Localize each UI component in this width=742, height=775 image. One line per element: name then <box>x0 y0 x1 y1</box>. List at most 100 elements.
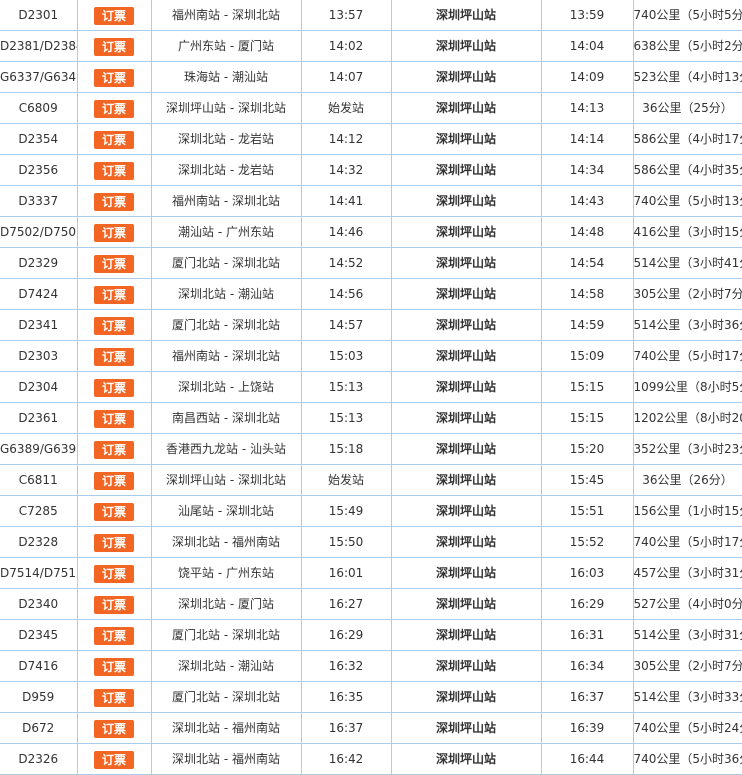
current-station: 深圳坪山站 <box>391 526 542 558</box>
arrival-time: 14:41 <box>301 185 392 217</box>
arrival-time: 15:13 <box>301 402 392 434</box>
table-row: G6389/G6392 订票 香港西九龙站 - 汕头站 15:18 深圳坪山站 15:20… <box>0 433 742 465</box>
distance-duration: 740公里（5小时5分） <box>633 0 742 31</box>
book-ticket-button[interactable]: 订票 <box>94 440 134 459</box>
book-ticket-button[interactable]: 订票 <box>94 750 134 769</box>
departure-time: 15:51 <box>541 495 634 527</box>
departure-time: 14:09 <box>541 61 634 93</box>
book-cell: 订票 <box>77 0 152 31</box>
book-ticket-button[interactable]: 订票 <box>94 130 134 149</box>
departure-time: 14:58 <box>541 278 634 310</box>
book-ticket-button[interactable]: 订票 <box>94 657 134 676</box>
train-number: D7502/D7503 <box>0 216 78 248</box>
book-ticket-button[interactable]: 订票 <box>94 99 134 118</box>
table-row: D2301 订票 福州南站 - 深圳北站 13:57 深圳坪山站 13:59 740公里（5… <box>0 0 742 31</box>
train-number: C6811 <box>0 464 78 496</box>
book-ticket-button[interactable]: 订票 <box>94 688 134 707</box>
table-row: D7424 订票 深圳北站 - 潮汕站 14:56 深圳坪山站 14:58 305公里（2小… <box>0 278 742 310</box>
book-ticket-button[interactable]: 订票 <box>94 471 134 490</box>
book-ticket-button[interactable]: 订票 <box>94 595 134 614</box>
book-ticket-button[interactable]: 订票 <box>94 68 134 87</box>
book-ticket-button[interactable]: 订票 <box>94 254 134 273</box>
current-station: 深圳坪山站 <box>391 0 542 31</box>
book-ticket-button[interactable]: 订票 <box>94 378 134 397</box>
book-ticket-button[interactable]: 订票 <box>94 161 134 180</box>
departure-time: 16:34 <box>541 650 634 682</box>
schedule-body: D2301 订票 福州南站 - 深圳北站 13:57 深圳坪山站 13:59 740公里（5… <box>0 0 742 775</box>
arrival-time: 14:32 <box>301 154 392 186</box>
current-station: 深圳坪山站 <box>391 495 542 527</box>
distance-duration: 586公里（4小时17分） <box>633 123 742 155</box>
book-ticket-button[interactable]: 订票 <box>94 37 134 56</box>
arrival-time: 16:27 <box>301 588 392 620</box>
arrival-time: 16:29 <box>301 619 392 651</box>
distance-duration: 740公里（5小时24分） <box>633 712 742 744</box>
current-station: 深圳坪山站 <box>391 743 542 775</box>
table-row: D2361 订票 南昌西站 - 深圳北站 15:13 深圳坪山站 15:15 1202公里（… <box>0 402 742 434</box>
distance-duration: 514公里（3小时33分） <box>633 681 742 713</box>
distance-duration: 514公里（3小时36分） <box>633 309 742 341</box>
train-number: D2361 <box>0 402 78 434</box>
current-station: 深圳坪山站 <box>391 92 542 124</box>
table-row: D3337 订票 福州南站 - 深圳北站 14:41 深圳坪山站 14:43 740公里（5… <box>0 185 742 217</box>
train-number: D2340 <box>0 588 78 620</box>
departure-time: 16:44 <box>541 743 634 775</box>
table-row: D2354 订票 深圳北站 - 龙岩站 14:12 深圳坪山站 14:14 586公里（4小… <box>0 123 742 155</box>
arrival-time: 15:03 <box>301 340 392 372</box>
book-ticket-button[interactable]: 订票 <box>94 626 134 645</box>
departure-time: 15:52 <box>541 526 634 558</box>
route: 深圳坪山站 - 深圳北站 <box>151 92 302 124</box>
current-station: 深圳坪山站 <box>391 247 542 279</box>
table-row: C6809 订票 深圳坪山站 - 深圳北站 始发站 深圳坪山站 14:13 36公里（25分… <box>0 92 742 124</box>
route: 福州南站 - 深圳北站 <box>151 340 302 372</box>
arrival-time: 14:52 <box>301 247 392 279</box>
departure-time: 14:54 <box>541 247 634 279</box>
book-ticket-button[interactable]: 订票 <box>94 502 134 521</box>
book-cell: 订票 <box>77 371 152 403</box>
book-cell: 订票 <box>77 495 152 527</box>
table-row: D2381/D2384 订票 广州东站 - 厦门站 14:02 深圳坪山站 14:04 63… <box>0 30 742 62</box>
distance-duration: 305公里（2小时7分） <box>633 278 742 310</box>
table-row: D7514/D7515 订票 饶平站 - 广州东站 16:01 深圳坪山站 16:03 45… <box>0 557 742 589</box>
distance-duration: 740公里（5小时36分） <box>633 743 742 775</box>
table-row: D7502/D7503 订票 潮汕站 - 广州东站 14:46 深圳坪山站 14:48 41… <box>0 216 742 248</box>
distance-duration: 36公里（25分） <box>633 92 742 124</box>
departure-time: 15:09 <box>541 340 634 372</box>
current-station: 深圳坪山站 <box>391 464 542 496</box>
book-ticket-button[interactable]: 订票 <box>94 533 134 552</box>
arrival-time: 16:42 <box>301 743 392 775</box>
arrival-time: 15:13 <box>301 371 392 403</box>
train-number: D2381/D2384 <box>0 30 78 62</box>
book-ticket-button[interactable]: 订票 <box>94 316 134 335</box>
table-row: D2304 订票 深圳北站 - 上饶站 15:13 深圳坪山站 15:15 1099公里（8… <box>0 371 742 403</box>
book-ticket-button[interactable]: 订票 <box>94 192 134 211</box>
book-cell: 订票 <box>77 557 152 589</box>
departure-time: 14:48 <box>541 216 634 248</box>
route: 潮汕站 - 广州东站 <box>151 216 302 248</box>
distance-duration: 514公里（3小时31分） <box>633 619 742 651</box>
arrival-time: 14:12 <box>301 123 392 155</box>
table-row: D2340 订票 深圳北站 - 厦门站 16:27 深圳坪山站 16:29 527公里（4小… <box>0 588 742 620</box>
distance-duration: 586公里（4小时35分） <box>633 154 742 186</box>
book-ticket-button[interactable]: 订票 <box>94 564 134 583</box>
departure-time: 15:20 <box>541 433 634 465</box>
book-cell: 订票 <box>77 216 152 248</box>
book-ticket-button[interactable]: 订票 <box>94 223 134 242</box>
book-cell: 订票 <box>77 681 152 713</box>
current-station: 深圳坪山站 <box>391 123 542 155</box>
book-ticket-button[interactable]: 订票 <box>94 6 134 25</box>
book-ticket-button[interactable]: 订票 <box>94 347 134 366</box>
train-number: G6389/G6392 <box>0 433 78 465</box>
book-ticket-button[interactable]: 订票 <box>94 285 134 304</box>
train-number: D7416 <box>0 650 78 682</box>
departure-time: 13:59 <box>541 0 634 31</box>
distance-duration: 523公里（4小时13分） <box>633 61 742 93</box>
route: 深圳北站 - 上饶站 <box>151 371 302 403</box>
distance-duration: 740公里（5小时17分） <box>633 526 742 558</box>
arrival-time: 14:02 <box>301 30 392 62</box>
book-ticket-button[interactable]: 订票 <box>94 409 134 428</box>
departure-time: 14:13 <box>541 92 634 124</box>
book-ticket-button[interactable]: 订票 <box>94 719 134 738</box>
route: 广州东站 - 厦门站 <box>151 30 302 62</box>
route: 深圳北站 - 福州南站 <box>151 712 302 744</box>
